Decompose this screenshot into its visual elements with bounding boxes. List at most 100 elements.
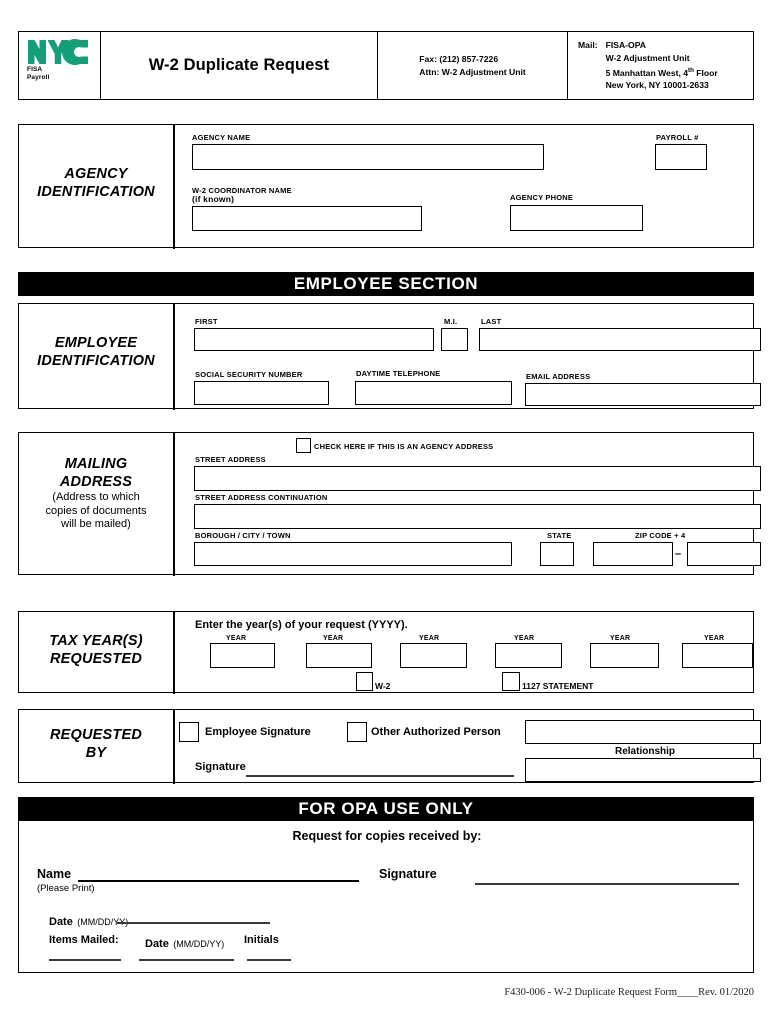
header-logo-cell: FISA Payroll [19,32,101,99]
tax-years-title-line1: TAX YEAR(S) [49,633,143,649]
mailing-sub-line3: will be mailed) [61,518,131,530]
opa-banner-label: FOR OPA USE ONLY [298,799,474,818]
mail-line-3: 5 Manhattan West, 4th Floor [606,65,718,79]
opa-items-date-line[interactable] [139,959,234,961]
logo-subtext-payroll: Payroll [27,73,50,81]
mailing-sub-line2: copies of documents [45,504,147,517]
year-label-1: YEAR [226,635,247,642]
nyc-wordmark-icon [28,39,88,65]
other-authorized-person-input[interactable] [525,720,761,744]
header-fax-cell: Fax: (212) 857-7226 Attn: W-2 Adjustment… [378,32,568,99]
daytime-telephone-input[interactable] [355,381,512,405]
opa-name-line[interactable] [78,880,359,882]
ssn-input[interactable] [194,381,329,405]
opa-received-by-label: Request for copies received by: [292,829,482,843]
agency-name-label: AGENCY NAME [192,133,251,142]
street-address-continuation-label: STREET ADDRESS CONTINUATION [195,493,328,502]
opa-name-label: Name [37,867,72,881]
email-address-input[interactable] [525,383,761,406]
w2-coordinator-input[interactable] [192,206,422,231]
relationship-input[interactable] [525,758,761,782]
agency-phone-label: AGENCY PHONE [510,193,574,202]
statement-1127-checkbox-label: 1127 STATEMENT [522,681,594,691]
requested-by-section: REQUESTED BY Employee Signature Other Au… [18,709,761,784]
year-label-2: YEAR [323,635,344,642]
year-label-4: YEAR [514,635,535,642]
opa-items-date-label-text: Date [145,938,169,950]
header-title-cell: W-2 Duplicate Request [101,32,378,99]
middle-initial-input[interactable] [441,328,468,351]
opa-use-only-banner: FOR OPA USE ONLY [18,797,754,821]
opa-items-mailed-label: Items Mailed: [49,934,119,946]
agency-phone-input[interactable] [510,205,643,231]
requested-by-section-title: REQUESTED BY [19,726,173,762]
employee-section-title: EMPLOYEE IDENTIFICATION [19,334,173,370]
opa-initials-label: Initials [244,934,279,946]
tax-year-input-6[interactable] [682,643,753,668]
tax-year-input-1[interactable] [210,643,275,668]
zip-code-label: ZIP CODE + 4 [635,531,686,540]
opa-items-date-label: Date (MM/DD/YY) [145,934,224,952]
tax-year-input-2[interactable] [306,643,372,668]
w2-coordinator-label-line2: (if known) [192,194,235,204]
opa-please-print-note: (Please Print) [37,883,95,894]
opa-initials-line[interactable] [247,959,291,961]
street-address-input[interactable] [194,466,761,491]
year-label-5: YEAR [610,635,631,642]
tax-year-input-5[interactable] [590,643,659,668]
opa-signature-line[interactable] [475,883,739,885]
employee-title-line2: IDENTIFICATION [37,353,155,369]
mailing-title-line1: MAILING [64,456,128,472]
first-name-input[interactable] [194,328,434,351]
street-address-label: STREET ADDRESS [195,455,266,464]
last-name-input[interactable] [479,328,761,351]
payroll-number-label: PAYROLL # [656,133,699,142]
opa-items-mailed-line[interactable] [49,959,121,961]
w2-coordinator-label: W-2 COORDINATOR NAME (if known) [192,186,292,204]
other-authorized-person-checkbox[interactable] [347,722,367,742]
zip-plus-four-input[interactable] [687,542,761,566]
w2-checkbox-label: W-2 [375,681,391,691]
mailing-section-divider [173,433,175,576]
agency-name-input[interactable] [192,144,544,170]
opa-signature-label: Signature [379,867,437,881]
mail-line-2: W-2 Adjustment Unit [605,52,690,63]
requested-by-title-line2: BY [85,745,107,761]
fax-attn: Attn: W-2 Adjustment Unit [419,66,526,77]
mail-line-4: New York, NY 10001-2633 [605,80,709,91]
mailing-sub-line1: (Address to which [52,491,140,503]
requested-by-title-line1: REQUESTED [49,727,143,743]
signature-line[interactable] [246,775,514,777]
mailing-address-section: MAILING ADDRESS (Address to which copies… [18,432,761,576]
agency-identification-section: AGENCY IDENTIFICATION AGENCY NAME PAYROL… [18,124,754,249]
tax-years-title-line2: REQUESTED [49,651,143,667]
agency-section-title: AGENCY IDENTIFICATION [19,165,173,201]
mailing-title-line2: ADDRESS [59,474,133,490]
agency-address-checkbox[interactable] [296,438,311,453]
payroll-number-input[interactable] [655,144,707,170]
statement-1127-checkbox[interactable] [502,672,520,691]
employee-signature-checkbox[interactable] [179,722,199,742]
mail-street-post: Floor [693,67,718,78]
signature-label: Signature [195,761,246,773]
agency-title-line2: IDENTIFICATION [37,184,155,200]
opa-date-line[interactable] [117,922,270,924]
last-name-label: LAST [481,317,502,326]
tax-years-section: TAX YEAR(S) REQUESTED Enter the year(s) … [18,611,754,694]
tax-year-input-4[interactable] [495,643,562,668]
state-input[interactable] [540,542,574,566]
other-authorized-person-label: Other Authorized Person [371,726,501,738]
w2-checkbox[interactable] [356,672,373,691]
tax-year-input-3[interactable] [400,643,467,668]
borough-city-town-input[interactable] [194,542,512,566]
opa-use-only-section: Request for copies received by: Name (Pl… [18,821,754,973]
opa-date-label-text: Date [49,916,73,928]
zip-code-input[interactable] [593,542,673,566]
street-address-continuation-input[interactable] [194,504,761,529]
mail-street-pre: 5 Manhattan West, 4 [605,67,689,78]
form-page: FISA Payroll W-2 Duplicate Request Fax: … [0,0,770,1024]
logo-subtext-fisa: FISA [27,66,43,73]
first-name-label: FIRST [195,317,218,326]
employee-signature-checkbox-label: Employee Signature [205,726,311,738]
employee-section-banner: EMPLOYEE SECTION [18,272,754,296]
